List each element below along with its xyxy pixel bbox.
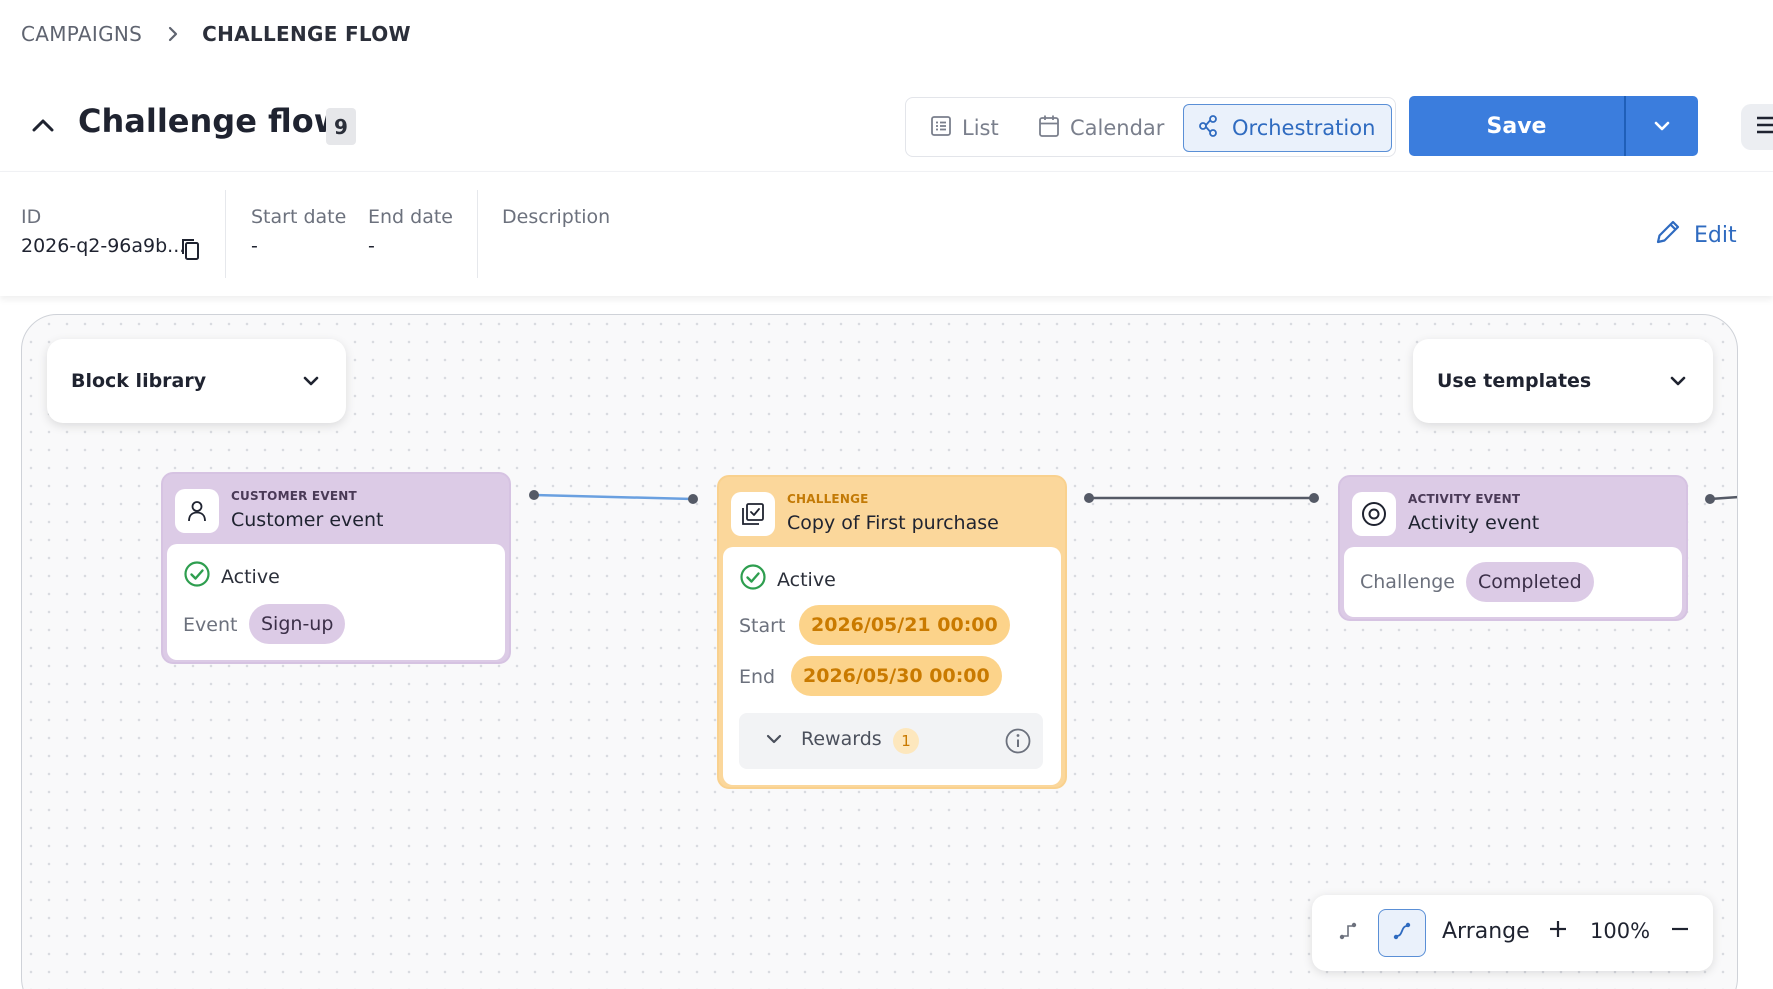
zoom-out-button[interactable] (1670, 919, 1690, 943)
challenge-label: Challenge (1360, 571, 1455, 593)
challenge-node[interactable]: CHALLENGE Copy of First purchase Active … (717, 475, 1067, 789)
connector-customer-challenge (533, 493, 694, 501)
node-body: Active Start 2026/05/21 00:00 End 2026/0… (723, 547, 1061, 785)
checklist-icon (731, 492, 775, 536)
breadcrumb: CAMPAIGNS CHALLENGE FLOW (21, 22, 411, 46)
status-row: Active (739, 563, 836, 596)
view-switcher: List Calendar Orchestration (905, 97, 1396, 157)
campaign-details-bar: ID 2026-q2-96a9b... Start date - End dat… (0, 171, 1773, 296)
divider (477, 190, 478, 278)
page-header: Challenge flow 9 List Calendar Orchestra… (0, 88, 1773, 168)
end-date-label: End date (368, 206, 453, 228)
zoom-in-button[interactable] (1548, 919, 1568, 943)
divider (225, 190, 226, 278)
edge-straight-icon (1337, 920, 1359, 946)
status-label: Active (777, 568, 836, 591)
tab-calendar[interactable]: Calendar (1024, 104, 1178, 152)
node-type: CUSTOMER EVENT (231, 489, 357, 503)
status-label: Active (221, 565, 280, 588)
rewards-label: Rewards (801, 728, 882, 750)
tab-list-label: List (962, 116, 999, 140)
end-label: End (739, 666, 776, 688)
challenge-status-pill: Completed (1466, 562, 1594, 602)
breadcrumb-campaigns-link[interactable]: CAMPAIGNS (21, 22, 142, 46)
node-type: CHALLENGE (787, 492, 869, 506)
edit-label: Edit (1694, 222, 1737, 248)
tab-calendar-label: Calendar (1070, 116, 1165, 140)
node-title: Copy of First purchase (787, 512, 999, 534)
tab-orchestration[interactable]: Orchestration (1183, 104, 1392, 152)
person-icon (175, 489, 219, 533)
id-value: 2026-q2-96a9b... (21, 235, 186, 257)
info-icon[interactable] (1004, 727, 1032, 759)
rewards-count-badge: 1 (893, 728, 919, 754)
end-date-pill: 2026/05/30 00:00 (791, 656, 1002, 696)
chevron-right-icon (168, 26, 178, 42)
calendar-icon (1038, 114, 1060, 143)
save-button-group: Save (1409, 96, 1698, 156)
copy-icon[interactable] (179, 237, 201, 265)
id-label: ID (21, 206, 42, 228)
node-type: ACTIVITY EVENT (1408, 492, 1521, 506)
node-header: CUSTOMER EVENT Customer event (167, 478, 505, 544)
start-date-value: - (251, 235, 258, 257)
tab-orchestration-label: Orchestration (1232, 116, 1376, 140)
connector-handle (1309, 493, 1319, 503)
rewards-accordion[interactable]: Rewards 1 (739, 713, 1043, 769)
start-date-label: Start date (251, 206, 347, 228)
orchestration-canvas[interactable]: Block library Use templates CUSTOMER EVE… (21, 314, 1738, 989)
node-title: Customer event (231, 509, 384, 531)
edge-style-straight-button[interactable] (1324, 909, 1372, 957)
zoom-level: 100% (1590, 919, 1651, 943)
event-label: Event (183, 614, 238, 636)
count-badge: 9 (326, 108, 356, 145)
edit-button[interactable]: Edit (1654, 218, 1737, 252)
chevron-down-icon (1653, 117, 1671, 136)
canvas-toolbar: Arrange 100% (1312, 895, 1713, 971)
hamburger-icon (1755, 115, 1773, 139)
connector-handle (529, 490, 539, 500)
list-icon (930, 115, 952, 142)
target-icon (1352, 492, 1396, 536)
node-header: ACTIVITY EVENT Activity event (1344, 481, 1682, 547)
flow-icon (1198, 114, 1222, 143)
activity-event-node[interactable]: ACTIVITY EVENT Activity event Challenge … (1338, 475, 1688, 621)
page-title: Challenge flow (78, 102, 344, 140)
edge-curved-icon (1391, 920, 1413, 946)
chevron-up-icon (31, 117, 55, 137)
tab-list[interactable]: List (916, 104, 1013, 152)
breadcrumb-current: CHALLENGE FLOW (202, 22, 411, 46)
collapse-button[interactable] (28, 112, 58, 142)
edge-style-curved-button[interactable] (1378, 909, 1426, 957)
end-date-value: - (368, 235, 375, 257)
chevron-down-icon (765, 730, 783, 749)
node-header: CHALLENGE Copy of First purchase (723, 481, 1061, 547)
node-body: Active Event Sign-up (167, 544, 505, 660)
node-title: Activity event (1408, 512, 1540, 534)
pencil-icon (1654, 218, 1682, 252)
check-circle-icon (739, 563, 767, 596)
status-row: Active (183, 560, 280, 593)
start-date-pill: 2026/05/21 00:00 (799, 605, 1010, 645)
save-options-dropdown[interactable] (1626, 96, 1698, 156)
menu-button[interactable] (1741, 104, 1773, 150)
connector-handle (1705, 494, 1715, 504)
event-value-pill: Sign-up (249, 604, 346, 644)
node-body: Challenge Completed (1344, 547, 1682, 617)
description-label: Description (502, 206, 611, 228)
customer-event-node[interactable]: CUSTOMER EVENT Customer event Active Eve… (161, 472, 511, 664)
connector-handle (1084, 493, 1094, 503)
save-button[interactable]: Save (1409, 96, 1624, 156)
arrange-button[interactable]: Arrange (1442, 919, 1530, 944)
start-label: Start (739, 615, 786, 637)
connector-handle (688, 494, 698, 504)
check-circle-icon (183, 560, 211, 593)
